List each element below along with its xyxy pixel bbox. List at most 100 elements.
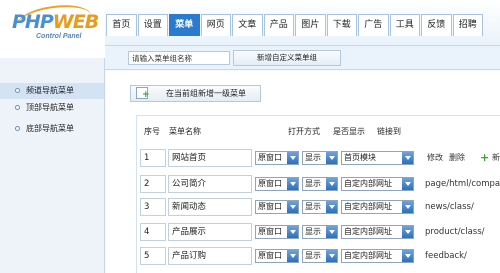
link-target-value: 首页模块 (344, 153, 376, 162)
menu-name-input[interactable]: 公司简介 (168, 175, 252, 193)
sidebar-item-label: 顶部导航菜单 (26, 103, 74, 112)
logo-brand-accent: WEB (52, 11, 99, 33)
nav-tab[interactable]: 设置 (137, 14, 168, 36)
open-mode-select[interactable]: 原窗口 (255, 225, 299, 239)
visibility-select[interactable]: 显示 (302, 177, 338, 191)
open-mode-value: 原窗口 (258, 227, 282, 236)
visibility-select[interactable]: 显示 (302, 200, 338, 214)
row-number-input[interactable]: 5 (140, 247, 166, 265)
col-header-open: 打开方式 (288, 127, 320, 136)
link-url-text[interactable]: page/html/compar (425, 175, 500, 193)
visibility-select[interactable]: 显示 (302, 151, 338, 165)
nav-tab[interactable]: 文章 (232, 14, 263, 36)
visibility-value: 显示 (305, 251, 321, 260)
link-target-select[interactable]: 自定内部网址 (341, 249, 414, 263)
bullet-icon (15, 105, 20, 110)
dropdown-arrow-icon (402, 152, 413, 164)
dropdown-arrow-icon (287, 226, 298, 238)
open-mode-value: 原窗口 (258, 251, 282, 260)
sidebar-item[interactable]: 底部导航菜单 (0, 121, 104, 137)
row-number-input[interactable]: 2 (140, 175, 166, 193)
dropdown-arrow-icon (287, 250, 298, 262)
dropdown-arrow-icon (402, 178, 413, 190)
dropdown-arrow-icon (326, 226, 337, 238)
menu-group-name-input[interactable] (128, 51, 230, 65)
open-mode-select[interactable]: 原窗口 (255, 200, 299, 214)
visibility-value: 显示 (305, 179, 321, 188)
visibility-value: 显示 (305, 153, 321, 162)
row-number-input[interactable]: 1 (140, 149, 166, 167)
sidebar-item[interactable]: 顶部导航菜单 (0, 100, 104, 116)
nav-tab[interactable]: 网页 (200, 14, 231, 36)
add-sub-icon[interactable]: + (480, 152, 490, 163)
bullet-icon (15, 88, 20, 93)
open-mode-value: 原窗口 (258, 179, 282, 188)
link-url-text[interactable]: news/class/ (425, 198, 474, 216)
col-header-link: 链接到 (377, 127, 401, 136)
row-number-input[interactable]: 4 (140, 223, 166, 241)
dropdown-arrow-icon (287, 152, 298, 164)
visibility-value: 显示 (305, 227, 321, 236)
table-row: 1 网站首页 原窗口 显示 首页模块 修改 删除 + 新 (140, 149, 500, 167)
nav-tab[interactable]: 广告 (358, 14, 389, 36)
logo-subtitle: Control Panel (36, 33, 82, 40)
nav-tab[interactable]: 首页 (106, 14, 137, 36)
dropdown-arrow-icon (402, 201, 413, 213)
dropdown-arrow-icon (287, 178, 298, 190)
open-mode-select[interactable]: 原窗口 (255, 177, 299, 191)
logo-brand-main: PHP (12, 11, 54, 33)
link-target-select[interactable]: 首页模块 (341, 151, 414, 165)
link-url-text[interactable]: feedback/ (425, 247, 467, 265)
dropdown-arrow-icon (326, 201, 337, 213)
dropdown-arrow-icon (402, 226, 413, 238)
link-url-text[interactable]: product/class/ (425, 223, 485, 241)
menu-name-input[interactable]: 产品订购 (168, 247, 252, 265)
row-number-input[interactable]: 3 (140, 198, 166, 216)
add-sub-link[interactable]: 新 (492, 149, 500, 167)
visibility-select[interactable]: 显示 (302, 249, 338, 263)
dropdown-arrow-icon (326, 152, 337, 164)
sidebar: 频道导航菜单 顶部导航菜单底部导航菜单 (0, 58, 105, 273)
nav-tab[interactable]: 工具 (389, 14, 420, 36)
visibility-value: 显示 (305, 202, 321, 211)
nav-tab[interactable]: 下载 (326, 14, 357, 36)
delete-link[interactable]: 删除 (449, 149, 465, 167)
logo-brand: PHPWEB (12, 11, 99, 33)
link-target-select[interactable]: 自定内部网址 (341, 177, 414, 191)
nav-tab[interactable]: 图片 (295, 14, 326, 36)
nav-tab[interactable]: 招聘 (452, 14, 483, 36)
link-target-value: 自定内部网址 (344, 227, 392, 236)
add-custom-menu-group-button[interactable]: 新增自定义菜单组 (233, 50, 341, 66)
nav-tab[interactable]: 反馈 (421, 14, 452, 36)
sidebar-item[interactable]: 频道导航菜单 (0, 83, 104, 99)
open-mode-value: 原窗口 (258, 202, 282, 211)
link-target-select[interactable]: 自定内部网址 (341, 200, 414, 214)
dropdown-arrow-icon (287, 201, 298, 213)
menu-name-input[interactable]: 网站首页 (168, 149, 252, 167)
visibility-select[interactable]: 显示 (302, 225, 338, 239)
nav-tab[interactable]: 菜单 (169, 14, 200, 36)
table-row: 4 产品展示 原窗口 显示 自定内部网址 product/class/ (140, 223, 500, 241)
edit-link[interactable]: 修改 (427, 149, 443, 167)
nav-tab[interactable]: 产品 (263, 14, 294, 36)
link-target-value: 自定内部网址 (344, 251, 392, 260)
dropdown-arrow-icon (402, 250, 413, 262)
add-top-level-menu-label: 在当前组新增一级菜单 (166, 89, 246, 98)
col-header-num: 序号 (144, 127, 160, 136)
bullet-icon (15, 126, 20, 131)
link-target-value: 自定内部网址 (344, 202, 392, 211)
col-header-show: 是否显示 (333, 127, 365, 136)
menu-name-input[interactable]: 产品展示 (168, 223, 252, 241)
col-header-name: 菜单名称 (169, 127, 201, 136)
table-row: 3 新闻动态 原窗口 显示 自定内部网址 news/class/ (140, 198, 500, 216)
open-mode-select[interactable]: 原窗口 (255, 249, 299, 263)
open-mode-value: 原窗口 (258, 153, 282, 162)
table-row: 2 公司简介 原窗口 显示 自定内部网址 page/html/compar (140, 175, 500, 193)
menu-name-input[interactable]: 新闻动态 (168, 198, 252, 216)
dropdown-arrow-icon (326, 250, 337, 262)
add-top-level-menu-button[interactable]: 在当前组新增一级菜单 (130, 85, 261, 102)
open-mode-select[interactable]: 原窗口 (255, 151, 299, 165)
link-target-select[interactable]: 自定内部网址 (341, 225, 414, 239)
add-document-icon (136, 87, 150, 100)
sidebar-item-label: 频道导航菜单 (26, 86, 74, 95)
